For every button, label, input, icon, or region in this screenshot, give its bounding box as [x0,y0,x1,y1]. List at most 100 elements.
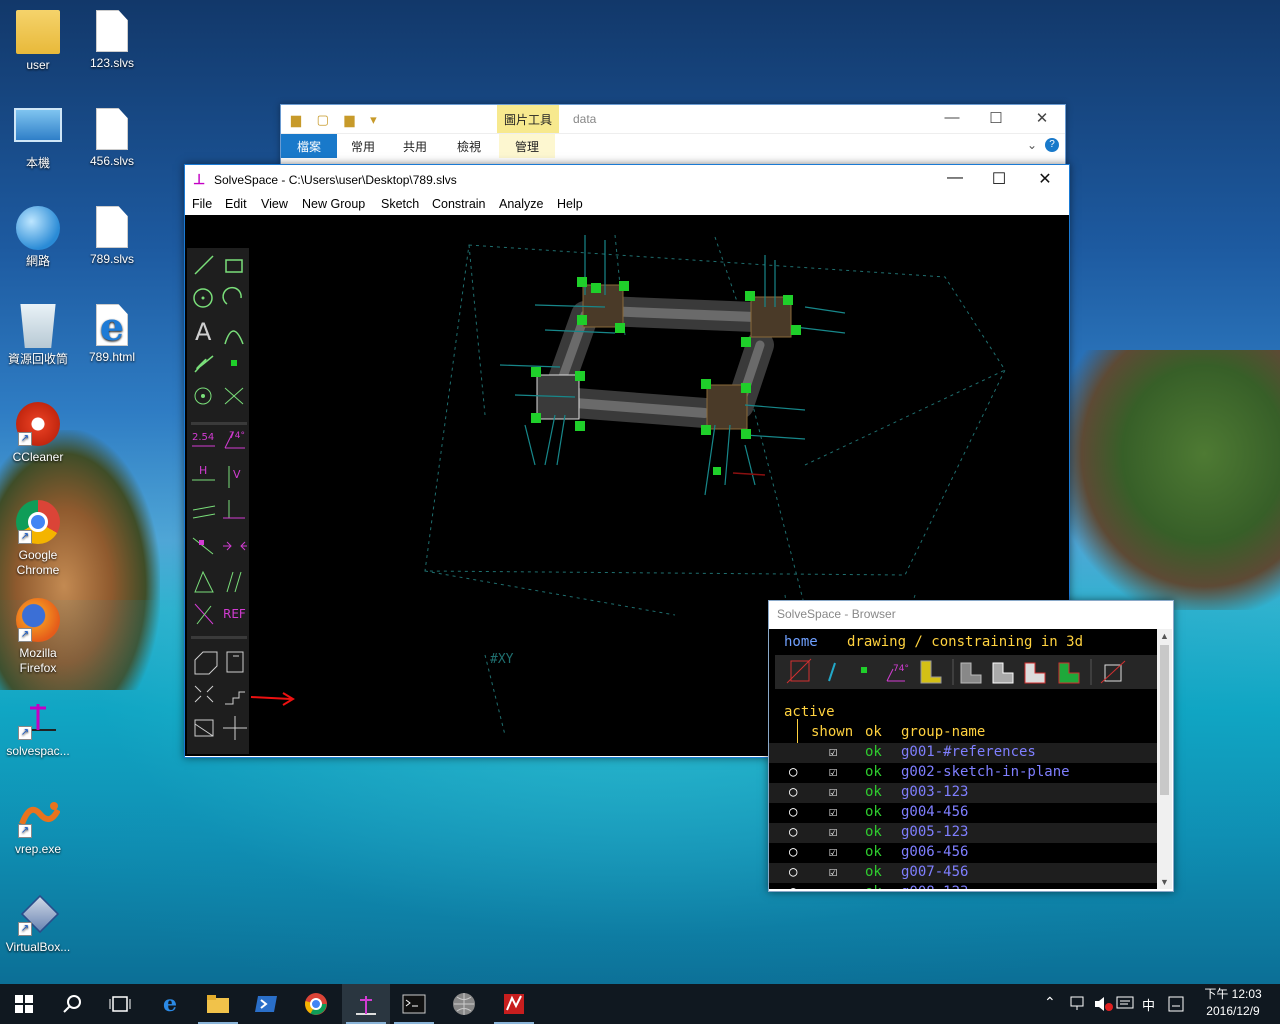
tool-distance[interactable] [191,430,217,456]
desktop-icon-recycle-bin[interactable]: 資源回收筒 [0,304,76,367]
tool-bezier[interactable] [191,351,217,377]
search-button[interactable] [48,984,96,1024]
tab-manage[interactable]: 管理 [499,134,555,158]
context-tab-picture-tools[interactable]: 圖片工具 [497,105,559,133]
taskbar-vrep[interactable] [490,984,538,1024]
table-row[interactable]: ☑ ok g001-#references [769,743,1157,763]
desktop-icon-firefox[interactable]: ↗ Mozilla Firefox [0,598,76,676]
scroll-thumb[interactable] [1160,645,1169,795]
shown-checkbox[interactable]: ☑ [829,784,837,800]
group-name-link[interactable]: g003-123 [901,784,968,800]
tool-construction[interactable] [221,384,247,410]
desktop-icon-vrep[interactable]: ↗ vrep.exe [0,794,76,857]
table-row[interactable]: ○ ☑ ok g006-456 [769,843,1157,863]
desktop-icon-ccleaner[interactable]: ↗ CCleaner [0,402,76,465]
menu-sketch[interactable]: Sketch [381,197,419,211]
tab-file[interactable]: 檔案 [281,134,337,158]
ribbon-expand-icon[interactable]: ⌄ [1027,138,1037,152]
browser-titlebar[interactable]: SolveSpace - Browser [769,601,1173,627]
active-radio[interactable]: ○ [789,844,797,860]
solvespace-titlebar[interactable]: ⊥ SolveSpace - C:\Users\user\Desktop\789… [185,165,1069,193]
action-center-icon[interactable] [1116,996,1134,1012]
start-button[interactable] [0,984,48,1024]
taskbar-solvespace[interactable] [342,984,390,1024]
minimize-button[interactable]: — [933,169,977,187]
tool-line[interactable] [191,252,217,278]
shown-checkbox[interactable]: ☑ [829,764,837,780]
tab-view[interactable]: 檢視 [443,134,495,158]
active-radio[interactable]: ○ [789,804,797,820]
group-name-link[interactable]: g005-123 [901,824,968,840]
group-name-link[interactable]: g002-sketch-in-plane [901,764,1070,780]
shown-checkbox[interactable]: ☑ [829,864,837,880]
taskbar-command-prompt[interactable] [390,984,438,1024]
taskbar-edge[interactable]: e [146,984,194,1024]
active-radio[interactable]: ○ [789,824,797,840]
notifications-icon[interactable] [1168,996,1184,1012]
group-name-link[interactable]: g006-456 [901,844,968,860]
minimize-button[interactable]: — [937,109,967,126]
network-icon[interactable] [1070,996,1088,1012]
desktop-icon-solvespace[interactable]: ↗ solvespac... [0,696,76,759]
tool-rectangle[interactable] [221,252,247,278]
group-name-link[interactable]: g008-123 [901,884,968,889]
tool-step-dimension[interactable] [191,646,217,672]
desktop-icon-123-slvs[interactable]: 123.slvs [74,10,150,71]
table-row[interactable]: ○ ☑ ok g007-456 [769,863,1157,883]
desktop-icon-789-html[interactable]: e 789.html [74,304,150,365]
table-row[interactable]: ○ ☑ ok g005-123 [769,823,1157,843]
tab-share[interactable]: 共用 [389,134,441,158]
menu-analyze[interactable]: Analyze [499,197,543,211]
desktop-icon-user[interactable]: user [0,10,76,73]
active-radio[interactable]: ○ [789,784,797,800]
menu-edit[interactable]: Edit [225,197,247,211]
browser-scrollbar[interactable]: ▲ ▼ [1157,629,1172,889]
tool-reference[interactable] [221,595,247,621]
table-row[interactable]: ○ ☑ ok g004-456 [769,803,1157,823]
shown-checkbox[interactable]: ☑ [829,824,837,840]
menu-file[interactable]: File [192,197,212,211]
group-name-link[interactable]: g001-#references [901,744,1036,760]
tool-extrude[interactable] [221,646,247,672]
group-name-link[interactable]: g004-456 [901,804,968,820]
taskbar-file-explorer[interactable] [194,984,242,1024]
maximize-button[interactable]: ☐ [977,169,1021,189]
active-radio[interactable]: ○ [789,764,797,780]
desktop-icon-network[interactable]: 網路 [0,206,76,269]
taskbar-globe-app[interactable] [440,984,488,1024]
shown-checkbox[interactable]: ☑ [829,744,837,760]
close-button[interactable]: ✕ [1027,109,1057,127]
active-radio[interactable]: ○ [789,884,797,889]
desktop-icon-456-slvs[interactable]: 456.slvs [74,108,150,169]
clock[interactable]: 下午 12:03 2016/12/9 [1198,986,1268,1020]
menu-help[interactable]: Help [557,197,583,211]
taskbar-chrome[interactable] [292,984,340,1024]
solvespace-browser-window[interactable]: SolveSpace - Browser home drawing / cons… [768,600,1174,892]
desktop-icon-this-pc[interactable]: 本機 [0,108,76,171]
tool-equal[interactable] [191,562,217,588]
shown-checkbox[interactable]: ☑ [829,844,837,860]
table-row[interactable]: ○ ☑ ok g008-123 [769,883,1157,889]
ime-indicator[interactable]: 中 [1142,995,1155,1014]
file-explorer-window[interactable]: ▆ ▢ ▆ ▾ 圖片工具 data — ☐ ✕ 檔案 常用 共用 檢視 管理 ⌄… [280,104,1066,166]
tool-workplane[interactable] [191,384,217,410]
shown-checkbox[interactable]: ☑ [829,804,837,820]
tool-same-orientation[interactable] [221,562,247,588]
tool-other-supplementary[interactable] [191,595,217,621]
tool-circle[interactable] [191,285,217,311]
table-row[interactable]: ○ ☑ ok g002-sketch-in-plane [769,763,1157,783]
tool-vertical[interactable] [221,463,247,489]
help-icon[interactable]: ? [1045,138,1059,152]
chevron-up-icon[interactable]: ⌃ [1044,994,1056,1011]
scroll-up-icon[interactable]: ▲ [1160,631,1169,641]
menu-constrain[interactable]: Constrain [432,197,486,211]
tool-lathe[interactable] [191,679,217,705]
tool-tangent-arc[interactable] [221,318,247,344]
desktop-icon-789-slvs[interactable]: 789.slvs [74,206,150,267]
group-name-link[interactable]: g007-456 [901,864,968,880]
tool-symmetric[interactable] [221,529,247,555]
quick-access-toolbar[interactable]: ▆ ▢ ▆ ▾ [291,112,383,128]
home-link[interactable]: home [784,634,818,650]
tab-home[interactable]: 常用 [337,134,389,158]
tool-perpendicular[interactable] [221,496,247,522]
